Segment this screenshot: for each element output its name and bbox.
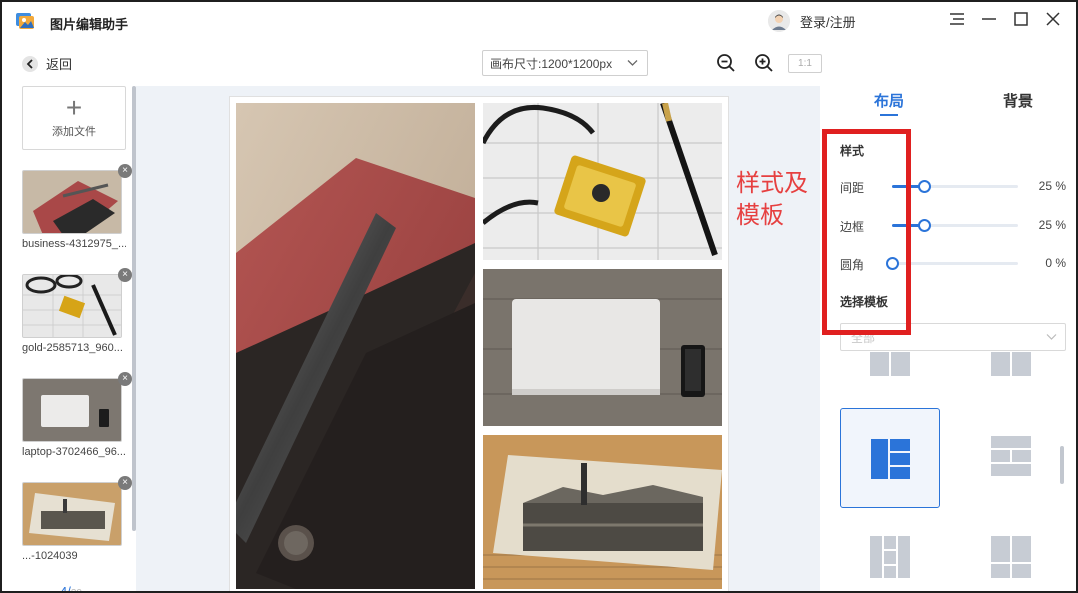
back-label: 返回 (46, 57, 73, 72)
border-value: 25 % (1038, 218, 1066, 232)
plus-icon: + (65, 92, 83, 123)
file-thumbnail[interactable] (22, 378, 122, 442)
annotation-line-2: 模板 (736, 202, 784, 229)
title-bar: 图片编辑助手 登录/注册 (2, 2, 1076, 42)
radius-value: 0 % (1045, 256, 1066, 270)
file-sidebar: + 添加文件 × business-4312975_... × gold-258… (4, 86, 136, 593)
remove-file-icon[interactable]: × (118, 268, 132, 282)
chevron-down-icon (627, 60, 638, 66)
remove-file-icon[interactable]: × (118, 476, 132, 490)
template-item[interactable] (840, 516, 940, 591)
zoom-in-icon[interactable] (754, 53, 774, 73)
highlight-box (822, 129, 911, 335)
collage-cell-photo[interactable] (483, 435, 722, 589)
list-item[interactable]: × gold-2585713_960... (22, 268, 132, 354)
app-title: 图片编辑助手 (50, 17, 129, 32)
back-arrow-icon (22, 55, 38, 72)
app-logo-icon (16, 13, 34, 29)
add-file-label: 添加文件 (52, 126, 96, 138)
collage-cell-gold[interactable] (483, 103, 722, 260)
canvas-size-select[interactable]: 画布尺寸:1200*1200px (482, 50, 648, 76)
template-item[interactable] (970, 516, 1070, 591)
template-item[interactable] (970, 408, 1070, 508)
window-controls (948, 10, 1062, 28)
panel-scrollbar[interactable] (1060, 446, 1064, 484)
zoom-out-icon[interactable] (716, 53, 736, 73)
list-item[interactable]: × business-4312975_... (22, 164, 132, 250)
settings-panel: 布局 背景 样式 间距 25 % 边框 25 % 圆角 0 % 选择模板 全部 (820, 86, 1076, 591)
active-tab-indicator (880, 114, 898, 116)
page-counter: 4/30 (60, 584, 82, 593)
collage-canvas[interactable] (229, 96, 729, 591)
border-slider-knob[interactable] (917, 219, 931, 232)
chevron-down-icon (1046, 334, 1057, 340)
annotation-line-1: 样式及 (736, 170, 808, 197)
menu-icon[interactable] (948, 10, 966, 28)
minimize-icon[interactable] (980, 10, 998, 28)
list-item[interactable]: × laptop-3702466_96... (22, 372, 132, 458)
remove-file-icon[interactable]: × (118, 372, 132, 386)
tab-background[interactable]: 背景 (1003, 90, 1033, 111)
app-window: 图片编辑助手 登录/注册 返回 画布尺寸:1200*1200px 1:1 + 添… (0, 0, 1078, 593)
list-item[interactable]: × ...-1024039 (22, 476, 132, 562)
file-name: ...-1024039 (22, 550, 78, 562)
add-file-button[interactable]: + 添加文件 (22, 86, 126, 150)
back-button[interactable]: 返回 (22, 54, 72, 73)
zoom-reset-button[interactable]: 1:1 (788, 54, 822, 73)
file-name: business-4312975_... (22, 238, 126, 250)
avatar[interactable] (768, 10, 790, 32)
tab-layout[interactable]: 布局 (874, 90, 904, 111)
template-item-selected[interactable] (840, 408, 940, 508)
canvas-size-value: 画布尺寸:1200*1200px (490, 56, 613, 71)
template-item[interactable] (840, 352, 940, 380)
file-thumbnail[interactable] (22, 482, 122, 546)
page-total: 30 (71, 588, 82, 591)
spacing-slider-knob[interactable] (917, 180, 931, 193)
maximize-icon[interactable] (1012, 10, 1030, 28)
login-area[interactable]: 登录/注册 (768, 10, 856, 32)
remove-file-icon[interactable]: × (118, 164, 132, 178)
file-name: gold-2585713_960... (22, 342, 123, 354)
spacing-value: 25 % (1038, 179, 1066, 193)
annotation-label: 样式及 模板 (736, 168, 808, 232)
close-icon[interactable] (1044, 10, 1062, 28)
collage-cell-notebook[interactable] (236, 103, 475, 589)
canvas-area: 样式及 模板 (136, 86, 820, 591)
login-link[interactable]: 登录/注册 (800, 12, 856, 31)
page-current: 4/ (60, 584, 71, 593)
collage-cell-laptop[interactable] (483, 269, 722, 426)
file-thumbnail[interactable] (22, 274, 122, 338)
template-item[interactable] (970, 352, 1070, 380)
file-name: laptop-3702466_96... (22, 446, 126, 458)
file-thumbnail[interactable] (22, 170, 122, 234)
